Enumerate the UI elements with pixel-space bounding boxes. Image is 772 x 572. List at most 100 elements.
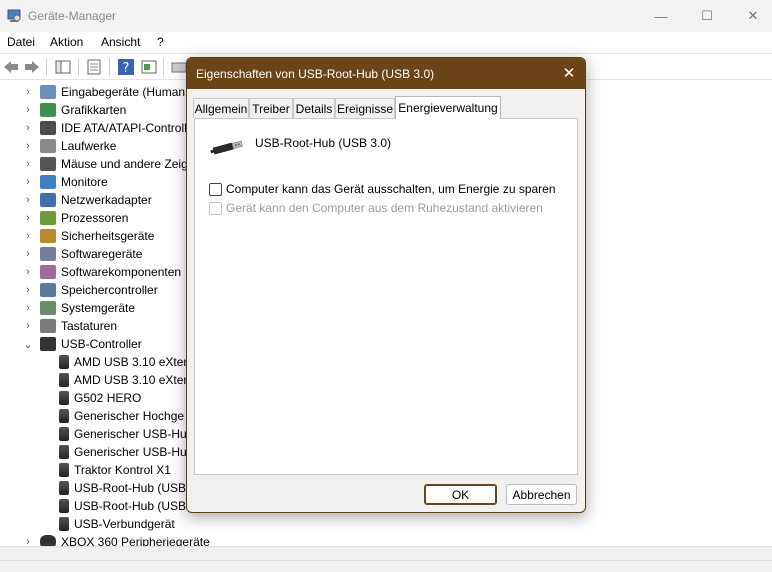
tree-item[interactable]: › Mäuse und andere Zeig	[26, 155, 188, 173]
chevron-down-icon[interactable]: ⌄	[22, 338, 34, 351]
maximize-button[interactable]: ☐	[684, 0, 730, 32]
usb-device-icon	[59, 517, 69, 531]
tree-item[interactable]: › Speichercontroller	[26, 281, 158, 299]
usb-device-item[interactable]: USB-Root-Hub (USB	[59, 497, 186, 515]
tree-item[interactable]: › Softwaregeräte	[26, 245, 142, 263]
usb-device-label: AMD USB 3.10 eXten	[74, 373, 191, 387]
usb-device-item[interactable]: AMD USB 3.10 eXten	[59, 371, 190, 389]
back-arrow-icon[interactable]	[2, 58, 20, 76]
tab-treiber[interactable]: Treiber	[249, 98, 293, 118]
tree-item[interactable]: › Systemgeräte	[26, 299, 136, 317]
tree-item-label: Prozessoren	[61, 211, 129, 225]
device-name: USB-Root-Hub (USB 3.0)	[255, 136, 392, 150]
properties-dialog: Eigenschaften von USB-Root-Hub (USB 3.0)…	[186, 57, 586, 513]
network-adapter-icon	[40, 193, 56, 207]
device-manager-icon	[7, 9, 21, 22]
action-icon[interactable]	[140, 58, 158, 76]
usb-icon	[40, 337, 56, 351]
usb-device-icon	[59, 409, 69, 423]
chevron-right-icon[interactable]: ›	[22, 212, 34, 224]
usb-device-item[interactable]: G502 HERO	[59, 389, 141, 407]
chevron-right-icon[interactable]: ›	[22, 122, 34, 134]
status-bar	[0, 560, 772, 572]
tree-item[interactable]: › Monitore	[26, 173, 108, 191]
chevron-right-icon[interactable]: ›	[22, 284, 34, 296]
tab-details[interactable]: Details	[293, 98, 335, 118]
forward-arrow-icon[interactable]	[23, 58, 41, 76]
tree-item[interactable]: › Eingabegeräte (Human	[26, 84, 185, 101]
menu-bar: Datei Aktion Ansicht ?	[0, 32, 772, 53]
tree-item-label: Netzwerkadapter	[61, 193, 152, 207]
tree-item[interactable]: › Grafikkarten	[26, 101, 127, 119]
usb-device-label: USB-Verbundgerät	[74, 517, 175, 531]
properties-icon[interactable]	[85, 58, 103, 76]
tab-allgemein[interactable]: Allgemein	[193, 98, 249, 118]
tab-ereignisse[interactable]: Ereignisse	[335, 98, 395, 118]
svg-text:?: ?	[123, 61, 130, 76]
usb-device-label: Traktor Kontrol X1	[74, 463, 171, 477]
toolbar-separator	[163, 58, 164, 76]
software-component-icon	[40, 265, 56, 279]
tree-item[interactable]: › Softwarekomponenten	[26, 263, 182, 281]
usb-device-item[interactable]: Generischer Hochge	[59, 407, 184, 425]
processor-icon	[40, 211, 56, 225]
cancel-button[interactable]: Abbrechen	[506, 484, 577, 505]
allow-wake-label: Gerät kann den Computer aus dem Ruhezust…	[226, 201, 543, 215]
chevron-right-icon[interactable]: ›	[22, 536, 34, 546]
chevron-right-icon[interactable]: ›	[22, 320, 34, 332]
chevron-right-icon[interactable]: ›	[22, 176, 34, 188]
tab-energieverwaltung[interactable]: Energieverwaltung	[395, 96, 501, 119]
tree-item[interactable]: › Laufwerke	[26, 137, 116, 155]
chevron-right-icon[interactable]: ›	[22, 194, 34, 206]
usb-device-item[interactable]: USB-Verbundgerät	[59, 515, 175, 533]
chevron-right-icon[interactable]: ›	[22, 86, 34, 98]
tree-item[interactable]: › Prozessoren	[26, 209, 129, 227]
usb-device-item[interactable]: Generischer USB-Hu	[59, 425, 187, 443]
chevron-right-icon[interactable]: ›	[22, 104, 34, 116]
usb-plug-icon	[210, 140, 243, 155]
tree-item-label: Speichercontroller	[61, 283, 158, 297]
tree-item-label: Grafikkarten	[61, 103, 127, 117]
dialog-close-icon[interactable]: ✕	[557, 61, 581, 85]
chevron-right-icon[interactable]: ›	[22, 248, 34, 260]
minimize-button[interactable]: —	[638, 0, 684, 32]
menu-aktion[interactable]: Aktion	[50, 35, 83, 49]
usb-device-item[interactable]: USB-Root-Hub (USB	[59, 479, 186, 497]
chevron-right-icon[interactable]: ›	[22, 302, 34, 314]
tree-item[interactable]: ⌄ USB-Controller	[23, 335, 142, 353]
tree-item-label: Systemgeräte	[61, 301, 136, 315]
usb-device-item[interactable]: AMD USB 3.10 eXten	[59, 353, 190, 371]
gamepad-icon	[40, 535, 56, 546]
tree-item-label: Mäuse und andere Zeig	[61, 157, 188, 171]
option-allow-poweroff[interactable]: Computer kann das Gerät ausschalten, um …	[209, 182, 556, 196]
usb-device-item[interactable]: Traktor Kontrol X1	[59, 461, 171, 479]
chevron-right-icon[interactable]: ›	[22, 266, 34, 278]
menu-help[interactable]: ?	[157, 35, 164, 49]
usb-device-item[interactable]: Generischer USB-Hu	[59, 443, 187, 461]
horizontal-scrollbar[interactable]	[0, 546, 772, 560]
window-title: Geräte-Manager	[28, 9, 117, 23]
allow-poweroff-checkbox[interactable]	[209, 182, 222, 196]
help-icon[interactable]: ?	[117, 58, 135, 76]
usb-device-label: USB-Root-Hub (USB	[74, 499, 187, 513]
usb-device-label: G502 HERO	[74, 391, 142, 405]
chevron-right-icon[interactable]: ›	[22, 158, 34, 170]
show-hide-tree-icon[interactable]	[54, 58, 72, 76]
disk-drive-icon	[40, 139, 56, 153]
tree-item[interactable]: › IDE ATA/ATAPI-Controll	[26, 119, 187, 137]
keyboard-icon	[40, 319, 56, 333]
tree-item-label: Softwarekomponenten	[61, 265, 182, 279]
toolbar-separator	[46, 58, 47, 76]
tree-item[interactable]: › Sicherheitsgeräte	[26, 227, 154, 245]
tree-item[interactable]: › Tastaturen	[26, 317, 117, 335]
ok-button[interactable]: OK	[424, 484, 497, 505]
menu-datei[interactable]: Datei	[7, 35, 35, 49]
menu-ansicht[interactable]: Ansicht	[101, 35, 140, 49]
tree-item-xbox[interactable]: › XBOX 360 Peripheriegeräte	[26, 533, 210, 546]
tree-item[interactable]: › Netzwerkadapter	[26, 191, 152, 209]
chevron-right-icon[interactable]: ›	[22, 230, 34, 242]
close-button[interactable]: ✕	[730, 0, 772, 32]
security-device-icon	[40, 229, 56, 243]
input-device-icon	[40, 85, 56, 99]
chevron-right-icon[interactable]: ›	[22, 140, 34, 152]
